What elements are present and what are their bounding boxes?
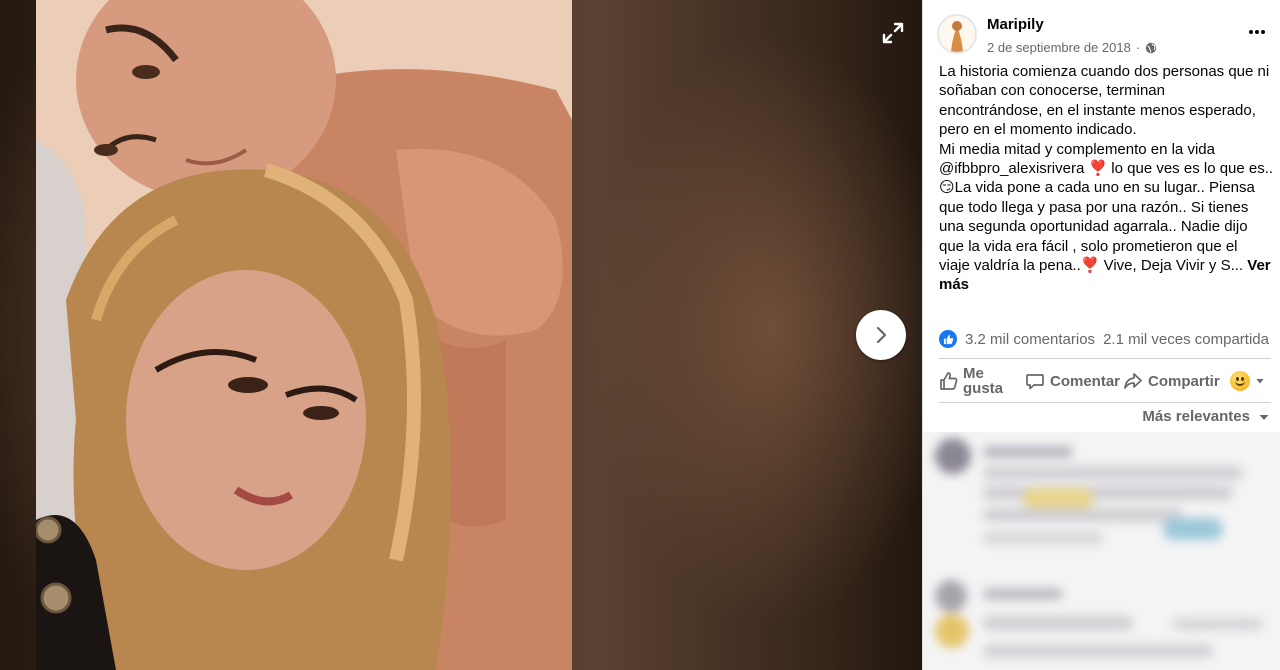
dot <box>1255 30 1259 34</box>
expand-arrows-icon <box>882 22 904 44</box>
post-text-line: que todo llega y pasa por una razón.. Si… <box>939 198 1249 216</box>
meta-separator: · <box>1135 40 1141 55</box>
post-text-line: viaje valdría la pena..❣️ Vive, Deja Viv… <box>939 257 1244 275</box>
post-text-line: 😏La vida pone a cada uno en su lugar.. P… <box>939 179 1255 197</box>
next-photo-button[interactable] <box>856 310 906 360</box>
smiley-face-icon <box>1229 371 1250 391</box>
share-button[interactable]: Compartir <box>1123 371 1220 391</box>
like-reaction-icon[interactable] <box>939 330 957 348</box>
share-label: Compartir <box>1148 372 1220 390</box>
post-actions: Me gusta Comentar Compartir <box>939 362 1271 400</box>
caret-down-icon <box>1259 414 1269 420</box>
comment-label: Comentar <box>1050 372 1121 390</box>
post-photo <box>36 0 572 670</box>
post-text-line: soñaban con conocerse, terminan <box>939 82 1165 100</box>
post-text: La historia comienza cuando dos personas… <box>939 62 1275 295</box>
post-stats: 3.2 mil comentarios 2.1 mil veces compar… <box>939 328 1271 350</box>
post-header: Maripily 2 de septiembre de 2018 · <box>937 14 1271 58</box>
avatar[interactable] <box>937 14 977 54</box>
comment-button[interactable]: Comentar <box>1025 371 1120 391</box>
caret-down-icon <box>1256 379 1264 384</box>
comment-count[interactable]: 3.2 mil comentarios <box>965 331 1095 348</box>
see-more-link[interactable]: Ver <box>1247 257 1270 274</box>
post-text-line: una segunda oportunidad agarrala.. Nadie… <box>939 218 1248 236</box>
comments-list-blurred <box>923 432 1280 670</box>
post-text-line: que la vida era fácil , solo prometieron… <box>939 237 1238 255</box>
thumbs-up-icon <box>943 334 953 344</box>
share-arrow-icon <box>1124 373 1142 389</box>
like-label: Me gusta <box>963 365 1004 397</box>
reaction-picker[interactable] <box>1229 371 1266 391</box>
post-panel: Maripily 2 de septiembre de 2018 · La hi… <box>922 0 1280 670</box>
post-date[interactable]: 2 de septiembre de 2018 <box>987 40 1131 55</box>
comment-sort-dropdown[interactable]: Más relevantes <box>1142 408 1270 425</box>
more-options-button[interactable] <box>1245 22 1269 42</box>
avatar-illustration <box>939 16 975 52</box>
post-text-line: encontrándose, en el instante menos espe… <box>939 101 1256 119</box>
post-text-line: pero en el momento indicado. <box>939 121 1137 139</box>
blurred-comments <box>923 432 1280 670</box>
sort-label: Más relevantes <box>1142 408 1250 425</box>
share-count[interactable]: 2.1 mil veces compartida <box>1103 331 1269 348</box>
globe-icon[interactable] <box>1145 42 1157 54</box>
expand-button[interactable] <box>876 16 910 50</box>
dot <box>1248 30 1253 34</box>
divider <box>939 402 1271 403</box>
author-name[interactable]: Maripily <box>987 16 1044 33</box>
chevron-right-icon <box>876 326 887 344</box>
thumbs-up-outline-icon <box>940 372 958 390</box>
like-button[interactable]: Me gusta <box>939 366 1023 396</box>
media-viewer <box>0 0 922 670</box>
photo-illustration <box>36 0 572 670</box>
comment-bubble-icon <box>1026 374 1044 390</box>
divider <box>939 358 1271 359</box>
dot <box>1261 30 1266 34</box>
post-text-line: Mi media mitad y complemento en la vida <box>939 140 1215 158</box>
post-meta: 2 de septiembre de 2018 · <box>987 40 1157 55</box>
post-text-line-last: viaje valdría la pena..❣️ Vive, Deja Viv… <box>939 256 1275 275</box>
see-more-link-continued[interactable]: más <box>939 275 1275 294</box>
post-text-line: La historia comienza cuando dos personas… <box>939 63 1270 80</box>
post-text-line: @ifbbpro_alexisrivera ❣️ lo que ves es l… <box>939 160 1274 178</box>
